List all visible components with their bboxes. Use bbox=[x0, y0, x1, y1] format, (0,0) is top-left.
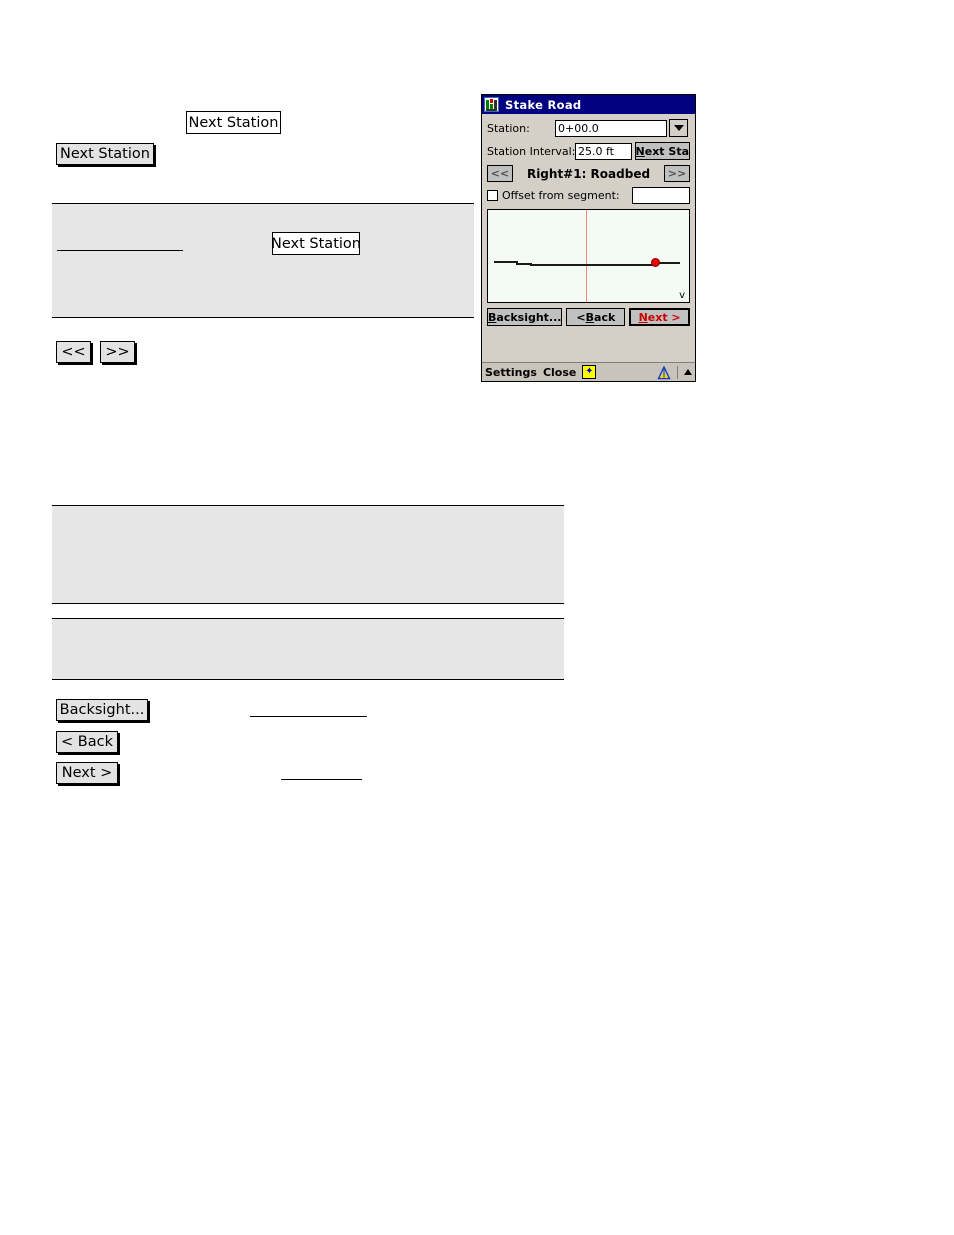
prev-segment-button[interactable]: << bbox=[487, 165, 513, 182]
next-button[interactable]: Next > bbox=[629, 308, 690, 326]
offset-checkbox[interactable] bbox=[487, 190, 498, 201]
note-box bbox=[52, 203, 474, 318]
profile-left-edge bbox=[494, 261, 518, 263]
text-rule bbox=[250, 716, 367, 718]
inline-button: Next Station bbox=[186, 111, 281, 134]
text-rule bbox=[57, 250, 183, 252]
next-sta-button[interactable]: Next Sta bbox=[634, 142, 690, 160]
station-dropdown-button[interactable] bbox=[669, 119, 688, 137]
inline-button: Backsight... bbox=[56, 699, 148, 721]
text-rule bbox=[281, 779, 362, 781]
station-row: Station: 0+00.0 bbox=[487, 119, 690, 137]
note-box bbox=[52, 505, 564, 604]
station-interval-input[interactable]: 25.0 ft bbox=[575, 142, 632, 160]
inline-button: Next Station bbox=[56, 143, 154, 165]
station-interval-row: Station Interval: 25.0 ft Next Sta bbox=[487, 142, 690, 160]
dialog-title: Stake Road bbox=[505, 97, 582, 112]
settings-menu[interactable]: Settings bbox=[485, 366, 537, 379]
segment-nav-row: << Right#1: Roadbed >> bbox=[487, 165, 690, 182]
backsight-button[interactable]: Backsight... bbox=[487, 308, 563, 326]
dialog-titlebar: Stake Road bbox=[482, 95, 695, 114]
offset-label: Offset from segment: bbox=[502, 189, 620, 202]
statusbar-separator bbox=[677, 365, 678, 379]
star-icon[interactable]: ✦ bbox=[582, 365, 597, 379]
dialog-body: Station: 0+00.0 Station Interval: 25.0 f… bbox=[482, 114, 695, 326]
note-box bbox=[52, 618, 564, 680]
dialog-button-bar: Backsight... < Back Next > bbox=[487, 308, 690, 326]
inline-button: << bbox=[56, 341, 91, 363]
profile-roadbed bbox=[530, 264, 658, 266]
stake-road-app-icon bbox=[484, 97, 499, 112]
close-menu[interactable]: Close bbox=[543, 366, 576, 379]
next-segment-button[interactable]: >> bbox=[664, 165, 690, 182]
inline-button: Next Station bbox=[271, 232, 361, 255]
gps-satellite-icon[interactable] bbox=[657, 365, 671, 380]
chevron-up-icon[interactable] bbox=[684, 369, 692, 375]
inline-button: < Back bbox=[56, 731, 118, 753]
stake-road-dialog: Stake Road Station: 0+00.0 Station Inter… bbox=[481, 94, 696, 382]
plot-corner-label: v bbox=[679, 290, 685, 301]
inline-button: >> bbox=[100, 341, 135, 363]
station-interval-label: Station Interval: bbox=[487, 144, 576, 158]
station-input[interactable]: 0+00.0 bbox=[555, 119, 667, 137]
inline-button: Next > bbox=[56, 762, 118, 784]
dialog-statusbar: Settings Close ✦ bbox=[482, 362, 695, 381]
station-label: Station: bbox=[487, 121, 530, 135]
offset-input[interactable] bbox=[632, 187, 690, 204]
offset-row: Offset from segment: bbox=[487, 187, 690, 204]
segment-label: Right#1: Roadbed bbox=[526, 166, 651, 181]
chevron-down-icon bbox=[673, 125, 684, 131]
centerline bbox=[586, 210, 587, 302]
back-button[interactable]: < Back bbox=[566, 308, 626, 326]
stake-point-marker bbox=[651, 258, 660, 267]
cross-section-plot[interactable]: v bbox=[487, 209, 690, 303]
